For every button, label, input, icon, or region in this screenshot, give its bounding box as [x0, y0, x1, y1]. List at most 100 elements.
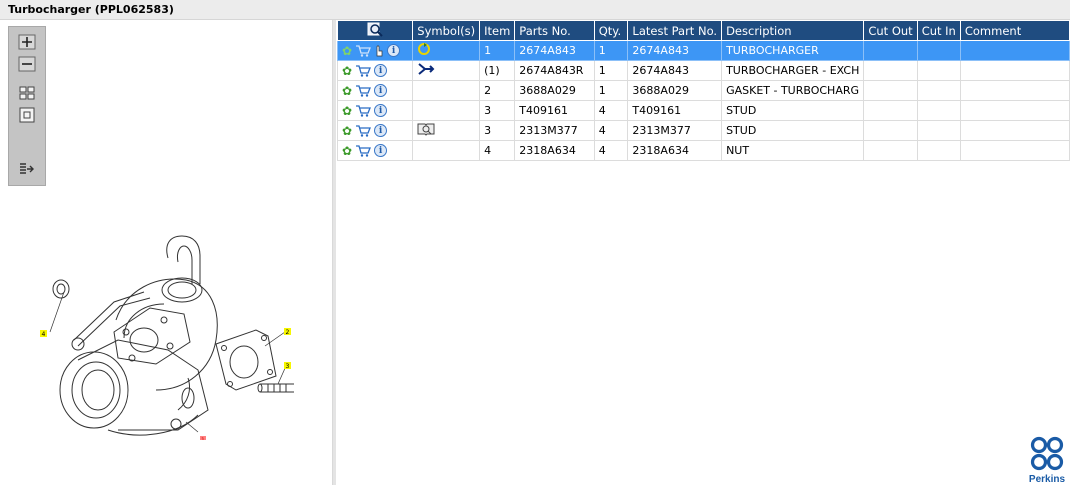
gear-icon[interactable]: ✿	[342, 125, 352, 137]
table-row[interactable]: ✿ i 2 3688A029 1 3688A029 GASKET - TURBO…	[336, 80, 1070, 101]
cart-icon[interactable]	[355, 84, 372, 97]
column-header-description[interactable]: Description	[721, 20, 865, 41]
row-item: 2	[479, 80, 516, 101]
callout-1[interactable]: 1	[201, 437, 205, 440]
row-cut-in	[916, 140, 961, 161]
row-actions: ✿ i	[336, 60, 414, 81]
row-parts-no: 2313M377	[514, 120, 595, 141]
column-header-symbols[interactable]: Symbol(s)	[412, 20, 481, 41]
row-symbol	[412, 80, 481, 101]
row-cut-in	[916, 80, 961, 101]
info-icon[interactable]: i	[374, 104, 388, 117]
row-comment	[959, 60, 1070, 81]
row-latest-part-no: 3688A029	[627, 80, 723, 101]
row-item: 3	[479, 120, 516, 141]
diagram-panel: 4 2 3 1	[0, 20, 333, 485]
cart-icon[interactable]	[355, 144, 372, 157]
fit-all-button[interactable]	[18, 85, 36, 101]
info-icon[interactable]: i	[374, 64, 388, 77]
row-cut-out	[863, 120, 918, 141]
table-row[interactable]: ✿ i 3 T409161 4 T409161 STUD	[336, 100, 1070, 121]
zoom-out-button[interactable]	[18, 56, 36, 72]
perkins-logo: Perkins	[1026, 436, 1068, 485]
fit-window-button[interactable]	[18, 107, 36, 123]
row-actions: ✿ i	[336, 80, 414, 101]
callout-3[interactable]: 3	[286, 363, 290, 370]
row-qty: 1	[593, 40, 629, 61]
magnifier-icon[interactable]	[367, 22, 383, 37]
row-qty: 4	[593, 100, 629, 121]
row-cut-out	[863, 100, 918, 121]
row-parts-no: 2674A843	[514, 40, 595, 61]
cart-icon[interactable]	[355, 124, 372, 137]
parts-table: Symbol(s) Item Parts No. Qty. Latest Par…	[336, 20, 1070, 161]
zoom-in-button[interactable]	[18, 34, 36, 50]
row-cut-in	[916, 40, 961, 61]
row-comment	[959, 140, 1070, 161]
gear-icon[interactable]: ✿	[342, 105, 352, 117]
row-cut-in	[916, 100, 961, 121]
row-actions: ✿ i	[336, 40, 414, 61]
column-header-latest-part-no[interactable]: Latest Part No.	[627, 20, 723, 41]
cart-icon[interactable]	[355, 44, 372, 57]
row-cut-out	[863, 60, 918, 81]
row-qty: 4	[593, 120, 629, 141]
gear-icon[interactable]: ✿	[342, 85, 352, 97]
row-latest-part-no: T409161	[627, 100, 723, 121]
row-symbol	[412, 120, 481, 141]
parts-table-panel: Symbol(s) Item Parts No. Qty. Latest Par…	[336, 20, 1070, 161]
cart-icon[interactable]	[355, 104, 372, 117]
row-actions: ✿ i	[336, 120, 414, 141]
info-icon[interactable]: i	[374, 84, 388, 97]
row-symbol	[412, 40, 481, 61]
row-comment	[959, 100, 1070, 121]
viewer-toolbar	[8, 26, 46, 186]
table-row[interactable]: ✿ i 1 2674A843 1 2674A843 TURBOCHARGER	[336, 40, 1070, 61]
table-row[interactable]: ✿ i 3 2313M377 4 2313M377 STUD	[336, 120, 1070, 141]
row-latest-part-no: 2674A843	[627, 60, 723, 81]
row-latest-part-no: 2674A843	[627, 40, 723, 61]
gear-icon[interactable]: ✿	[342, 145, 352, 157]
row-qty: 1	[593, 80, 629, 101]
perkins-logo-text: Perkins	[1028, 474, 1066, 485]
info-icon[interactable]: i	[374, 124, 388, 137]
info-icon[interactable]: i	[387, 44, 401, 57]
column-header-qty[interactable]: Qty.	[593, 20, 629, 41]
callout-4[interactable]: 4	[42, 331, 46, 338]
column-header-item[interactable]: Item	[479, 20, 516, 41]
row-item: 1	[479, 40, 516, 61]
row-parts-no: 2674A843R	[514, 60, 595, 81]
row-comment	[959, 40, 1070, 61]
row-parts-no: 2318A634	[514, 140, 595, 161]
column-header-comment[interactable]: Comment	[959, 20, 1070, 41]
row-comment	[959, 80, 1070, 101]
row-actions: ✿ i	[336, 140, 414, 161]
cart-icon[interactable]	[355, 64, 372, 77]
table-row[interactable]: ✿ i 4 2318A634 4 2318A634 NUT	[336, 140, 1070, 161]
table-header-row: Symbol(s) Item Parts No. Qty. Latest Par…	[336, 20, 1070, 41]
column-header-parts-no[interactable]: Parts No.	[514, 20, 595, 41]
book-icon	[417, 123, 435, 136]
row-cut-out	[863, 140, 918, 161]
gear-icon[interactable]: ✿	[342, 65, 352, 77]
row-comment	[959, 120, 1070, 141]
row-latest-part-no: 2318A634	[627, 140, 723, 161]
row-symbol	[412, 100, 481, 121]
info-icon[interactable]: i	[374, 144, 388, 157]
table-row[interactable]: ✿ i (1) 2674A843R 1 2674A843 TURBOCHARGE…	[336, 60, 1070, 81]
callout-2[interactable]: 2	[286, 329, 290, 336]
recycle-icon	[418, 43, 431, 55]
column-header-cut-out[interactable]: Cut Out	[863, 20, 918, 41]
panel-splitter[interactable]	[333, 20, 336, 485]
row-cut-in	[916, 120, 961, 141]
row-symbol	[412, 140, 481, 161]
column-header-cut-in[interactable]: Cut In	[916, 20, 961, 41]
window-titlebar: Turbocharger (PPL062583)	[0, 0, 1070, 20]
hand-pointer-icon[interactable]	[374, 44, 384, 57]
row-description: NUT	[721, 140, 865, 161]
export-button[interactable]	[18, 161, 36, 177]
column-header-actions[interactable]	[336, 20, 414, 41]
gear-icon[interactable]: ✿	[342, 45, 352, 57]
row-description: STUD	[721, 100, 865, 121]
row-item: 3	[479, 100, 516, 121]
